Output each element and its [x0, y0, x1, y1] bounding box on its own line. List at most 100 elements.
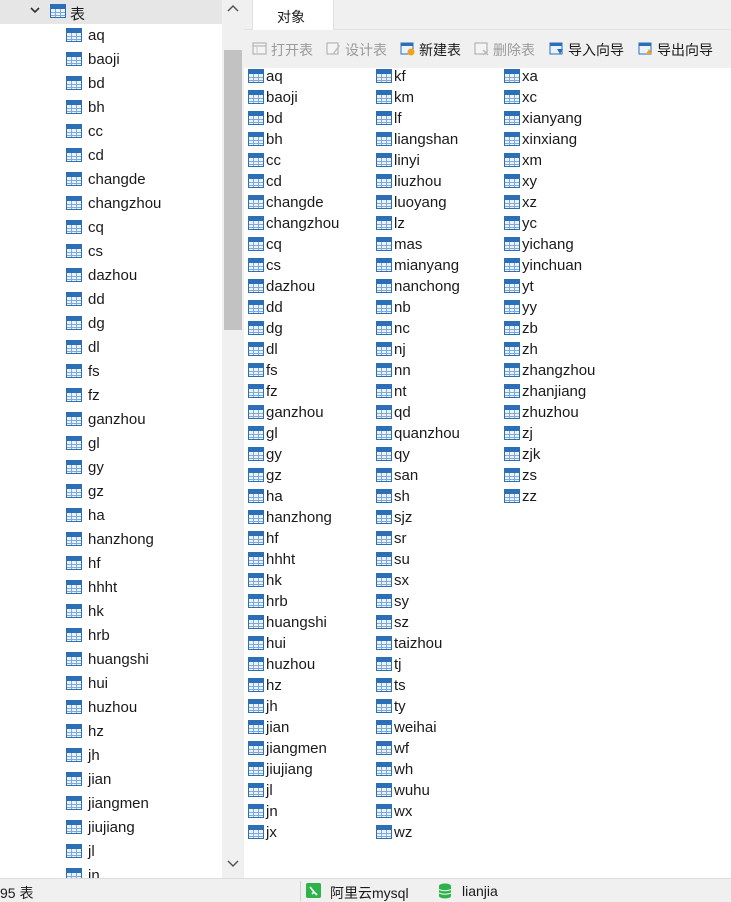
object-table-item[interactable]: zhangzhou [500, 362, 628, 383]
tree-table-item[interactable]: jian [0, 768, 222, 792]
tree-table-item[interactable]: hanzhong [0, 528, 222, 552]
object-table-item[interactable]: su [372, 551, 500, 572]
tree-table-item[interactable]: aq [0, 24, 222, 48]
object-table-item[interactable]: ty [372, 698, 500, 719]
object-table-item[interactable]: dd [244, 299, 372, 320]
object-table-item[interactable]: sz [372, 614, 500, 635]
object-table-item[interactable]: ganzhou [244, 404, 372, 425]
chevron-down-icon[interactable] [30, 5, 40, 15]
tree-table-item[interactable]: hrb [0, 624, 222, 648]
tree-table-item[interactable]: dazhou [0, 264, 222, 288]
object-table-item[interactable]: fz [244, 383, 372, 404]
object-table-item[interactable]: cd [244, 173, 372, 194]
object-table-item[interactable]: bh [244, 131, 372, 152]
object-table-item[interactable]: nn [372, 362, 500, 383]
tree-table-item[interactable]: huangshi [0, 648, 222, 672]
object-table-item[interactable]: zz [500, 488, 628, 509]
object-table-item[interactable]: zj [500, 425, 628, 446]
object-table-item[interactable]: bd [244, 110, 372, 131]
object-table-item[interactable]: nc [372, 320, 500, 341]
tree-table-item[interactable]: hf [0, 552, 222, 576]
object-table-item[interactable]: jiujiang [244, 761, 372, 782]
object-table-item[interactable]: liuzhou [372, 173, 500, 194]
object-table-item[interactable]: nanchong [372, 278, 500, 299]
object-table-item[interactable]: hrb [244, 593, 372, 614]
object-table-item[interactable]: mas [372, 236, 500, 257]
object-table-item[interactable]: jn [244, 803, 372, 824]
object-table-item[interactable]: yc [500, 215, 628, 236]
object-table-item[interactable]: gl [244, 425, 372, 446]
object-table-item[interactable]: km [372, 89, 500, 110]
object-table-item[interactable]: yinchuan [500, 257, 628, 278]
object-table-item[interactable]: dazhou [244, 278, 372, 299]
object-table-item[interactable]: zhuzhou [500, 404, 628, 425]
object-table-item[interactable]: zjk [500, 446, 628, 467]
object-table-item[interactable]: tj [372, 656, 500, 677]
object-table-item[interactable]: weihai [372, 719, 500, 740]
tree-table-item[interactable]: cq [0, 216, 222, 240]
object-table-item[interactable]: xianyang [500, 110, 628, 131]
object-table-item[interactable]: sjz [372, 509, 500, 530]
tree-table-item[interactable]: jl [0, 840, 222, 864]
tree-table-item[interactable]: fs [0, 360, 222, 384]
object-table-item[interactable]: huzhou [244, 656, 372, 677]
tree-table-item[interactable]: gz [0, 480, 222, 504]
object-table-item[interactable]: nj [372, 341, 500, 362]
object-table-item[interactable]: yt [500, 278, 628, 299]
object-table-item[interactable]: liangshan [372, 131, 500, 152]
object-table-item[interactable]: sh [372, 488, 500, 509]
object-table-item[interactable]: nb [372, 299, 500, 320]
object-table-item[interactable]: wx [372, 803, 500, 824]
object-table-item[interactable]: sx [372, 572, 500, 593]
tree-table-item[interactable]: changzhou [0, 192, 222, 216]
object-table-item[interactable]: yichang [500, 236, 628, 257]
object-table-item[interactable]: huangshi [244, 614, 372, 635]
object-table-item[interactable]: cq [244, 236, 372, 257]
tree-table-item[interactable]: hk [0, 600, 222, 624]
object-table-item[interactable]: ha [244, 488, 372, 509]
object-table-item[interactable]: changzhou [244, 215, 372, 236]
object-table-item[interactable]: hk [244, 572, 372, 593]
tree-table-item[interactable]: cd [0, 144, 222, 168]
object-table-item[interactable]: linyi [372, 152, 500, 173]
tree-table-item[interactable]: changde [0, 168, 222, 192]
object-table-item[interactable]: wuhu [372, 782, 500, 803]
tree-table-item[interactable]: ha [0, 504, 222, 528]
object-table-item[interactable]: changde [244, 194, 372, 215]
object-table-item[interactable]: wf [372, 740, 500, 761]
tree-table-item[interactable]: dd [0, 288, 222, 312]
object-table-item[interactable]: dl [244, 341, 372, 362]
tree-table-item[interactable]: bh [0, 96, 222, 120]
object-table-item[interactable]: mianyang [372, 257, 500, 278]
tree-table-item[interactable]: dl [0, 336, 222, 360]
object-table-item[interactable]: fs [244, 362, 372, 383]
object-table-item[interactable]: qy [372, 446, 500, 467]
object-table-item[interactable]: taizhou [372, 635, 500, 656]
tree-table-item[interactable]: huzhou [0, 696, 222, 720]
tree-node-tables[interactable]: 表 [0, 0, 222, 24]
object-table-item[interactable]: yy [500, 299, 628, 320]
object-table-item[interactable]: jian [244, 719, 372, 740]
object-table-item[interactable]: lf [372, 110, 500, 131]
tree-table-item[interactable]: cc [0, 120, 222, 144]
tree-table-item[interactable]: dg [0, 312, 222, 336]
object-table-item[interactable]: luoyang [372, 194, 500, 215]
object-table-item[interactable]: hf [244, 530, 372, 551]
tree-scrollbar[interactable] [222, 0, 244, 878]
object-table-item[interactable]: zs [500, 467, 628, 488]
object-table-item[interactable]: cc [244, 152, 372, 173]
scrollbar-thumb[interactable] [224, 50, 242, 330]
object-table-item[interactable]: zhanjiang [500, 383, 628, 404]
object-table-item[interactable]: baoji [244, 89, 372, 110]
tree-table-item[interactable]: gy [0, 456, 222, 480]
object-table-item[interactable]: dg [244, 320, 372, 341]
tree-table-item[interactable]: bd [0, 72, 222, 96]
object-table-item[interactable]: zb [500, 320, 628, 341]
object-table-item[interactable]: jh [244, 698, 372, 719]
tree-table-item[interactable]: gl [0, 432, 222, 456]
object-table-item[interactable]: nt [372, 383, 500, 404]
object-table-item[interactable]: xinxiang [500, 131, 628, 152]
tree-table-item[interactable]: jn [0, 864, 222, 878]
object-table-item[interactable]: sr [372, 530, 500, 551]
tree-table-item[interactable]: ganzhou [0, 408, 222, 432]
